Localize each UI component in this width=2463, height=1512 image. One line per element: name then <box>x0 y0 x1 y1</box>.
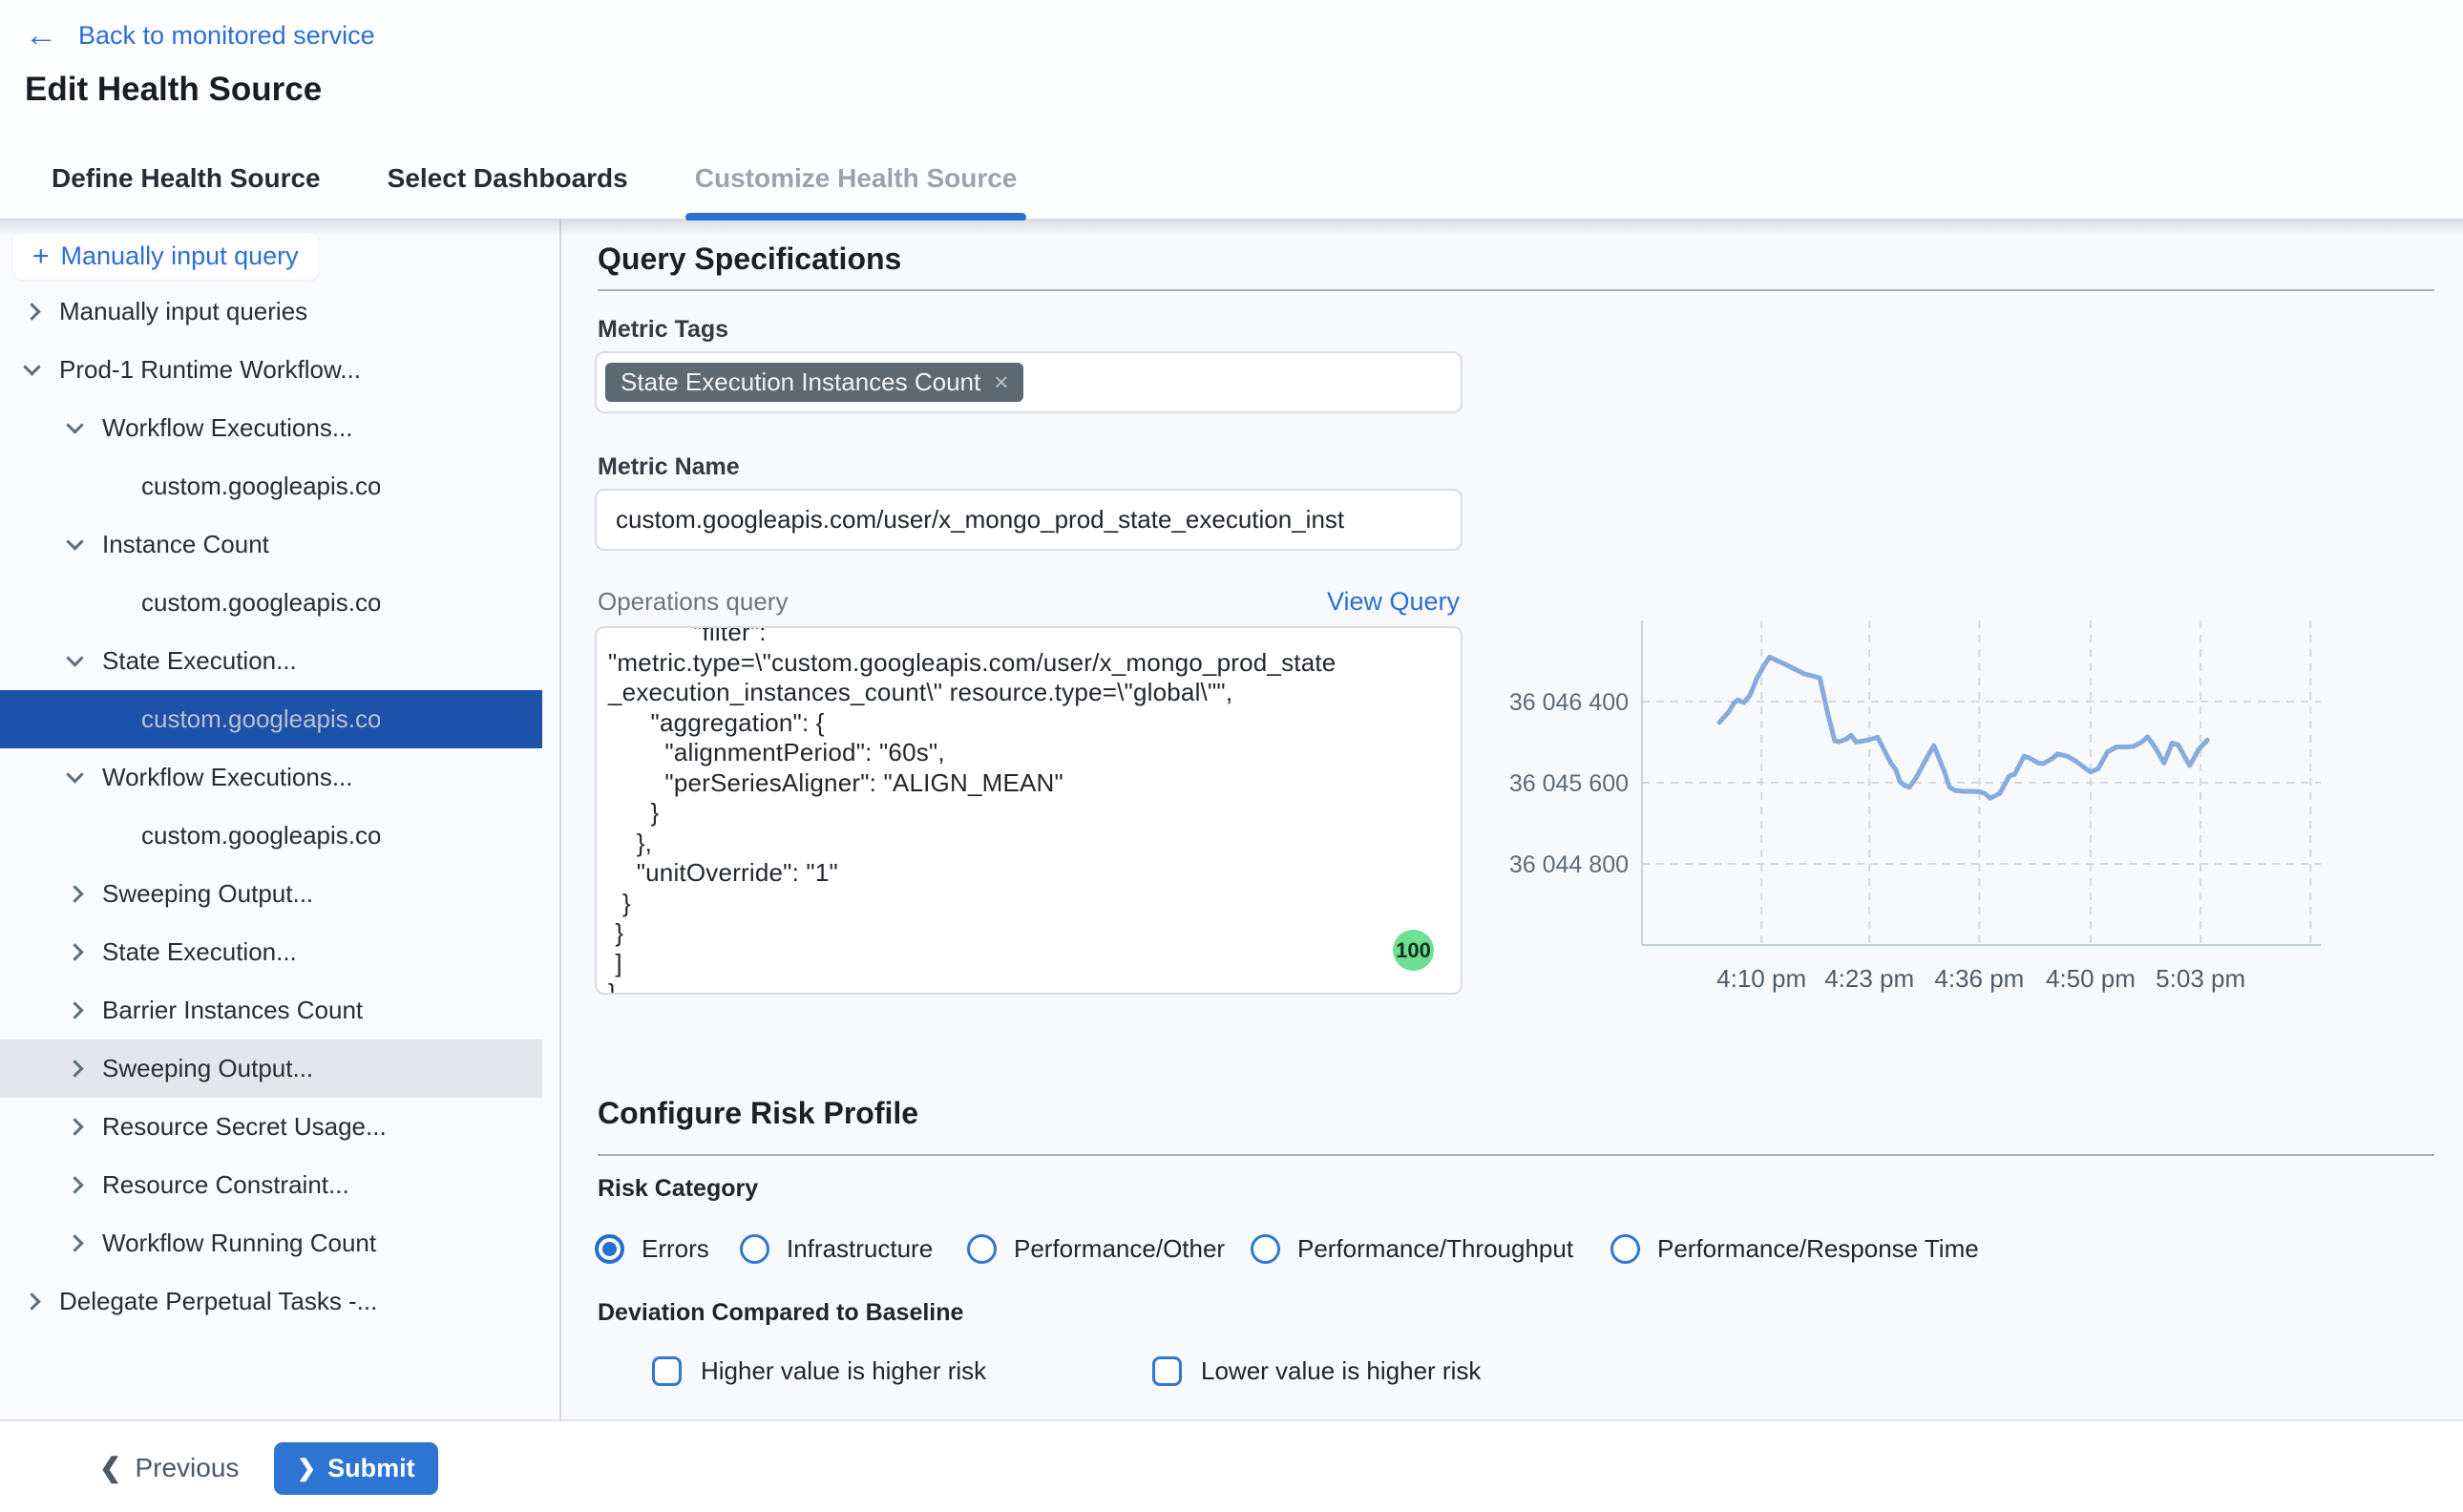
tab-customize-health-source[interactable]: Customize Health Source <box>689 137 1023 220</box>
footer-bar: ❮ Previous ❯ Submit <box>0 1419 2463 1512</box>
tree-item[interactable]: custom.googleapis.co <box>0 807 542 865</box>
chevron-down-icon <box>66 649 83 666</box>
chevron-down-icon <box>66 766 83 783</box>
radio-button-icon <box>595 1234 624 1264</box>
deviation-checkbox-group: Higher value is higher risk Lower value … <box>561 1343 2463 1398</box>
back-link[interactable]: ← Back to monitored service <box>25 19 375 52</box>
chevron-right-icon <box>66 943 83 960</box>
svg-text:5:03 pm: 5:03 pm <box>2156 964 2245 993</box>
risk-category-label: Risk Category <box>598 1175 758 1203</box>
svg-text:36 045 600: 36 045 600 <box>1509 770 1629 797</box>
chevron-left-icon: ❮ <box>99 1452 121 1483</box>
metric-tags-input[interactable]: State Execution Instances Count × <box>595 351 1463 413</box>
operations-query-textarea[interactable]: "filter": "metric.type=\"custom.googleap… <box>595 626 1463 995</box>
query-specifications-heading: Query Specifications <box>598 242 901 277</box>
tree-item[interactable]: Manually input queries <box>0 283 542 341</box>
back-arrow-icon: ← <box>25 19 57 52</box>
tree-item[interactable]: State Execution... <box>0 632 542 690</box>
metric-chart-svg: 36 046 400 36 045 600 36 044 800 4:10 pm 4:2… <box>1459 598 2337 1008</box>
chevron-right-icon <box>23 1292 40 1310</box>
tree-item[interactable]: Prod-1 Runtime Workflow... <box>0 341 542 399</box>
metric-name-label: Metric Name <box>598 453 740 481</box>
radio-button-icon <box>1610 1234 1640 1264</box>
operations-query-row: Operations query View Query <box>598 587 1460 617</box>
svg-text:4:50 pm: 4:50 pm <box>2046 964 2136 993</box>
section-divider <box>598 1154 2434 1156</box>
svg-text:4:10 pm: 4:10 pm <box>1716 964 1806 993</box>
radio-button-icon <box>1251 1234 1280 1264</box>
svg-text:36 044 800: 36 044 800 <box>1509 851 1629 878</box>
top-header: ← Back to monitored service Edit Health … <box>0 0 2463 138</box>
tab-define-health-source[interactable]: Define Health Source <box>46 137 326 220</box>
metric-tags-label: Metric Tags <box>598 316 728 344</box>
radio-infrastructure[interactable]: Infrastructure <box>740 1219 933 1278</box>
tree-item[interactable]: Instance Count <box>0 515 542 574</box>
tree-item[interactable]: Delegate Perpetual Tasks -... <box>0 1272 542 1331</box>
radio-performance-throughput[interactable]: Performance/Throughput <box>1251 1219 1573 1278</box>
tree-item[interactable]: Workflow Executions... <box>0 399 542 457</box>
chevron-right-icon <box>66 885 83 902</box>
tree-item[interactable]: Workflow Executions... <box>0 748 542 807</box>
checkbox-icon <box>1152 1356 1182 1386</box>
configure-risk-profile-heading: Configure Risk Profile <box>598 1096 918 1131</box>
page-title: Edit Health Source <box>25 71 322 109</box>
operations-query-text: "filter": "metric.type=\"custom.googleap… <box>597 626 1461 995</box>
chevron-right-icon <box>66 1001 83 1018</box>
query-tree: Manually input queries Prod-1 Runtime Wo… <box>0 283 561 1331</box>
chevron-right-icon <box>66 1176 83 1193</box>
tree-item[interactable]: State Execution... <box>0 923 542 981</box>
back-link-label: Back to monitored service <box>78 21 375 51</box>
chevron-down-icon <box>66 533 83 550</box>
chevron-right-icon: ❯ <box>297 1455 316 1482</box>
operations-query-label: Operations query <box>598 587 788 617</box>
svg-text:36 046 400: 36 046 400 <box>1509 689 1629 716</box>
risk-category-radio-group: Errors Infrastructure Performance/Other … <box>561 1219 2463 1278</box>
query-tree-sidebar: + Manually input query Manually input qu… <box>0 220 561 1419</box>
tab-select-dashboards[interactable]: Select Dashboards <box>382 137 634 220</box>
tree-item[interactable]: Resource Constraint... <box>0 1156 542 1214</box>
tree-item[interactable]: Sweeping Output... <box>0 865 542 923</box>
chevron-right-icon <box>66 1118 83 1135</box>
radio-errors[interactable]: Errors <box>595 1219 709 1278</box>
content-area: + Manually input query Manually input qu… <box>0 220 2463 1419</box>
submit-button[interactable]: ❯ Submit <box>274 1442 438 1495</box>
char-count-badge: 100 <box>1393 930 1434 971</box>
svg-text:4:36 pm: 4:36 pm <box>1934 964 2024 993</box>
main-panel: Query Specifications Metric Tags State E… <box>561 220 2463 1419</box>
tree-item[interactable]: Resource Secret Usage... <box>0 1098 542 1156</box>
remove-tag-icon[interactable]: × <box>994 368 1008 397</box>
tree-item[interactable]: Barrier Instances Count <box>0 981 542 1040</box>
section-divider <box>598 289 2434 291</box>
chevron-right-icon <box>23 303 40 320</box>
deviation-baseline-label: Deviation Compared to Baseline <box>598 1299 963 1327</box>
checkbox-lower-value-higher-risk[interactable]: Lower value is higher risk <box>1152 1343 1481 1398</box>
chevron-down-icon <box>23 358 40 375</box>
tree-item[interactable]: custom.googleapis.co <box>0 457 542 515</box>
view-query-link[interactable]: View Query <box>1327 587 1460 617</box>
radio-button-icon <box>740 1234 769 1264</box>
add-manual-query-button[interactable]: + Manually input query <box>13 233 318 280</box>
chevron-right-icon <box>66 1060 83 1077</box>
radio-performance-other[interactable]: Performance/Other <box>967 1219 1225 1278</box>
previous-button[interactable]: ❮ Previous <box>99 1421 239 1512</box>
radio-performance-response-time[interactable]: Performance/Response Time <box>1610 1219 1979 1278</box>
wizard-tab-bar: Define Health Source Select Dashboards C… <box>0 138 2463 220</box>
radio-button-icon <box>967 1234 997 1264</box>
metric-name-field[interactable]: custom.googleapis.com/user/x_mongo_prod_… <box>595 489 1463 551</box>
checkbox-higher-value-higher-risk[interactable]: Higher value is higher risk <box>652 1343 986 1398</box>
tree-item[interactable]: custom.googleapis.co <box>0 574 542 632</box>
tree-item[interactable]: Sweeping Output... <box>0 1040 542 1098</box>
chevron-down-icon <box>66 416 83 433</box>
checkbox-icon <box>652 1356 682 1386</box>
metric-preview-chart: 36 046 400 36 045 600 36 044 800 4:10 pm 4:2… <box>1459 598 2337 1008</box>
metric-tag-chip[interactable]: State Execution Instances Count × <box>605 363 1023 402</box>
plus-icon: + <box>32 242 50 271</box>
chevron-right-icon <box>66 1234 83 1251</box>
svg-text:4:23 pm: 4:23 pm <box>1824 964 1914 993</box>
edit-health-source-screen: ← Back to monitored service Edit Health … <box>0 0 2463 1512</box>
tree-item[interactable]: Workflow Running Count <box>0 1214 542 1272</box>
metric-tag-chip-label: State Execution Instances Count <box>621 368 980 397</box>
tree-item-selected[interactable]: custom.googleapis.co <box>0 690 542 748</box>
